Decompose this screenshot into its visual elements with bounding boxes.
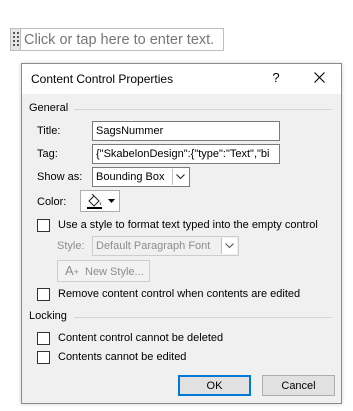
cannot-delete-checkbox[interactable] [37,332,50,345]
tag-label: Tag: [37,148,58,160]
tag-input[interactable]: {"SkabelonDesign":{"type":"Text","bi [92,144,280,164]
content-control-placeholder[interactable]: Click or tap here to enter text. [21,28,224,51]
paint-bucket-icon [87,194,102,209]
cannot-edit-label: Contents cannot be edited [58,351,187,363]
content-control-properties-dialog: Content Control Properties ? General Tit… [21,63,342,404]
use-style-label: Use a style to format text typed into th… [58,219,318,231]
chevron-down-icon [108,199,115,203]
close-button[interactable] [309,67,331,89]
title-input[interactable]: SagsNummer [92,121,280,141]
color-picker-button[interactable] [80,190,120,212]
color-label: Color: [37,196,67,208]
content-control-handle[interactable] [10,28,21,51]
show-as-label: Show as: [37,171,83,183]
chevron-down-icon [172,169,188,185]
dialog-title: Content Control Properties [31,72,174,86]
show-as-value: Bounding Box [96,171,165,183]
cannot-delete-label: Content control cannot be deleted [58,332,224,344]
dialog-titlebar: Content Control Properties ? [22,64,341,94]
locking-separator [74,317,332,318]
title-label: Title: [37,125,61,137]
remove-when-edited-label: Remove content control when contents are… [58,288,301,300]
close-icon [314,72,325,83]
chevron-down-icon [221,238,237,254]
general-heading: General [29,102,69,114]
style-label: Style: [57,240,85,252]
locking-heading: Locking [29,310,67,322]
style-value: Default Paragraph Font [96,240,211,252]
cancel-button[interactable]: Cancel [262,375,335,396]
show-as-select[interactable]: Bounding Box [92,167,190,187]
style-select[interactable]: Default Paragraph Font [92,236,239,256]
new-style-label: New Style... [85,266,144,278]
remove-when-edited-checkbox[interactable] [37,288,50,301]
help-button[interactable]: ? [269,70,283,85]
new-style-icon: A+ [65,263,79,278]
new-style-button[interactable]: A+ New Style... [57,260,150,282]
use-style-checkbox[interactable] [37,219,50,232]
ok-button[interactable]: OK [178,375,251,396]
cannot-edit-checkbox[interactable] [37,351,50,364]
general-separator [74,109,332,110]
